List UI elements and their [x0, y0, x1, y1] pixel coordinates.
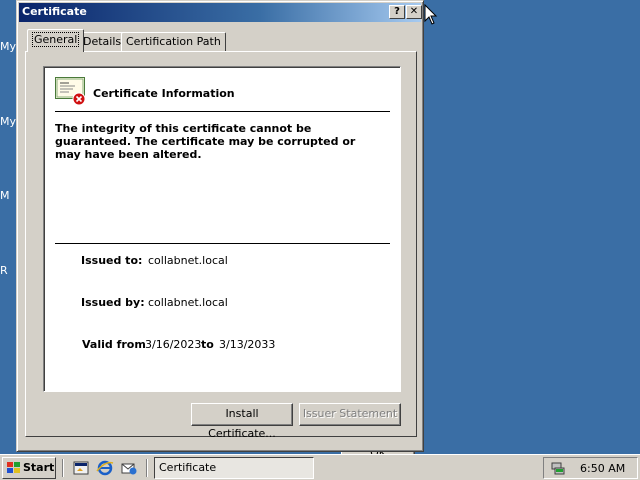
issued-to-value: collabnet.local [148, 254, 228, 267]
window-title: Certificate [22, 5, 87, 18]
heading-divider [55, 111, 390, 112]
taskbar-separator [62, 459, 64, 477]
outlook-express-icon[interactable] [120, 459, 138, 477]
help-button[interactable]: ? [389, 5, 405, 19]
internet-explorer-icon[interactable] [96, 459, 114, 477]
integrity-warning-text: The integrity of this certificate cannot… [55, 122, 356, 161]
taskbar-task-label: Certificate [159, 461, 217, 474]
taskbar-task-certificate[interactable]: Certificate [154, 457, 314, 479]
clock[interactable]: 6:50 AM [580, 462, 625, 475]
start-button[interactable]: Start [2, 457, 56, 479]
desktop-icon-label-4[interactable]: R [0, 264, 8, 277]
tab-general-label: General [32, 32, 80, 47]
tab-certification-path[interactable]: Certification Path [121, 32, 226, 51]
install-certificate-button[interactable]: Install Certificate... [191, 403, 293, 440]
tab-details[interactable]: Details [78, 32, 127, 51]
general-tab-panel: Certificate Information The integrity of… [25, 51, 417, 440]
tab-certification-path-label: Certification Path [126, 35, 221, 48]
title-bar[interactable]: Certificate ? ✕ [19, 3, 422, 22]
tab-details-label: Details [83, 35, 122, 48]
windows-logo-icon [7, 462, 20, 473]
details-divider [55, 243, 390, 244]
desktop-icon-label-1[interactable]: My [0, 40, 16, 53]
valid-from-label: Valid from [82, 338, 146, 351]
issuer-statement-button[interactable]: Issuer Statement [299, 403, 401, 426]
mouse-cursor-icon [424, 4, 438, 25]
issued-to-label: Issued to: [81, 254, 143, 267]
desktop-icon-label-2[interactable]: My [0, 115, 16, 128]
invalid-certificate-icon [55, 77, 86, 105]
valid-from-value: 3/16/2023 [145, 338, 202, 351]
close-button[interactable]: ✕ [406, 5, 422, 19]
valid-to-value: 3/13/2033 [219, 338, 276, 351]
desktop-icon-label-3[interactable]: M [0, 189, 10, 202]
start-label: Start [23, 461, 55, 474]
issued-by-value: collabnet.local [148, 296, 228, 309]
certificate-dialog: Certificate ? ✕ General Details Certific… [16, 0, 424, 452]
taskbar: Start Certificate 6:50 AM [0, 454, 640, 480]
issuer-statement-label: Issuer Statement [302, 407, 398, 420]
certificate-info-box: Certificate Information The integrity of… [43, 66, 401, 392]
taskbar-separator [146, 459, 148, 477]
show-desktop-icon[interactable] [72, 459, 90, 477]
certificate-info-heading: Certificate Information [93, 87, 235, 100]
install-certificate-label: Install Certificate... [208, 407, 276, 440]
issued-by-label: Issued by: [81, 296, 145, 309]
system-tray: 6:50 AM [543, 457, 638, 479]
valid-to-label: to [201, 338, 214, 351]
tab-general[interactable]: General [27, 29, 85, 52]
network-icon[interactable] [550, 460, 566, 476]
